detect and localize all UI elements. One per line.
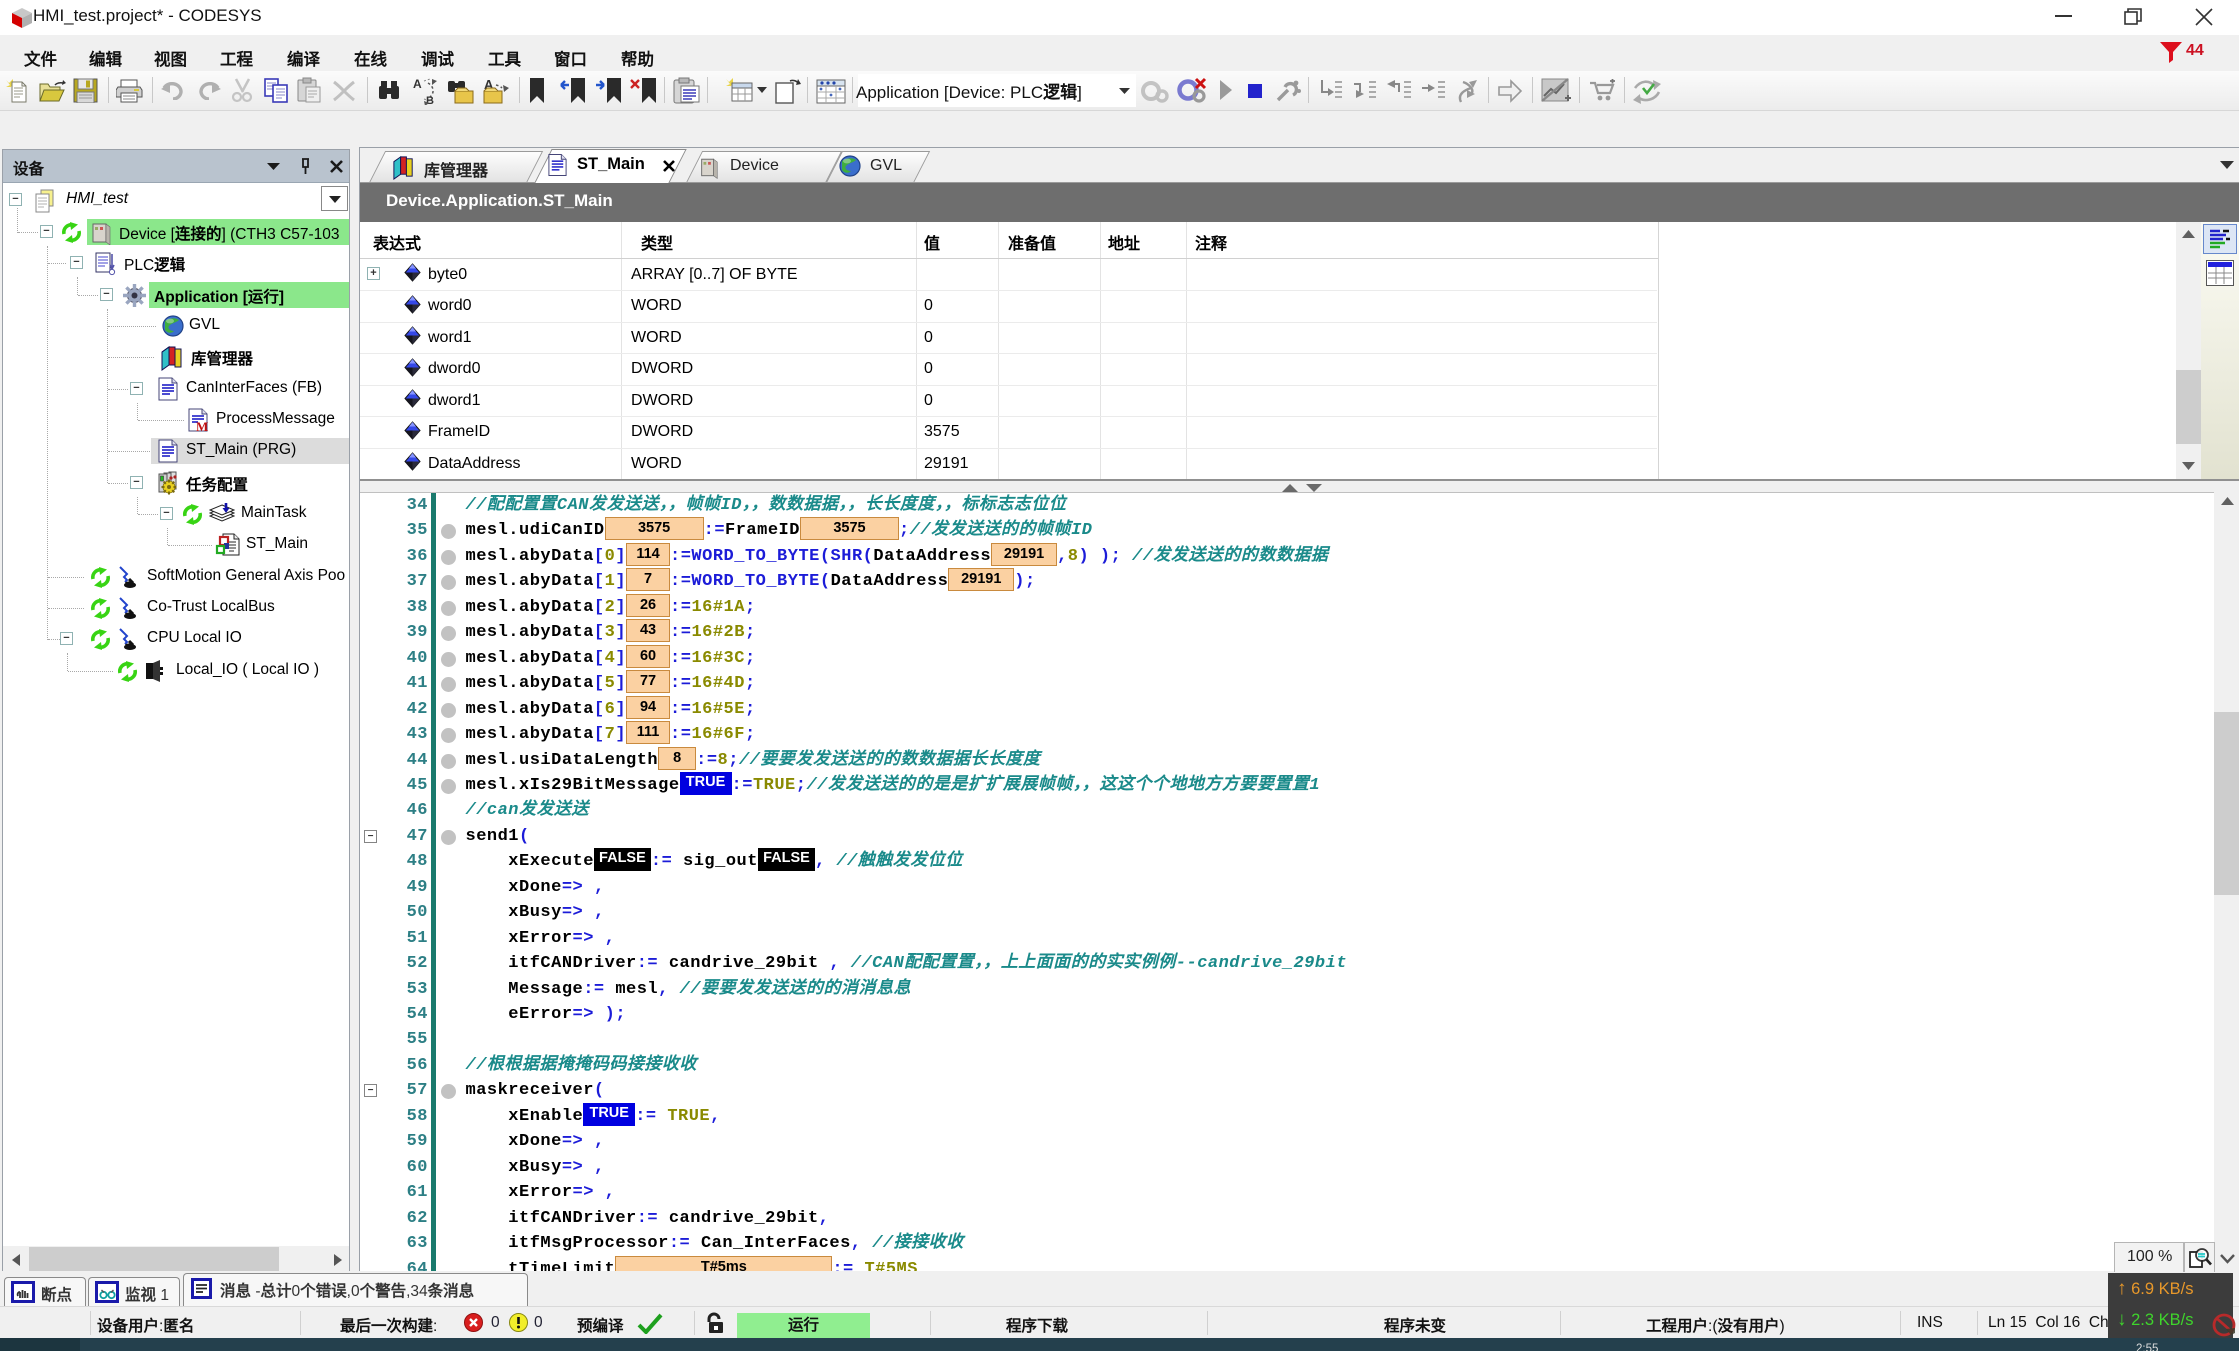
- svg-text:M: M: [196, 419, 208, 432]
- svg-text:A: A: [413, 77, 422, 91]
